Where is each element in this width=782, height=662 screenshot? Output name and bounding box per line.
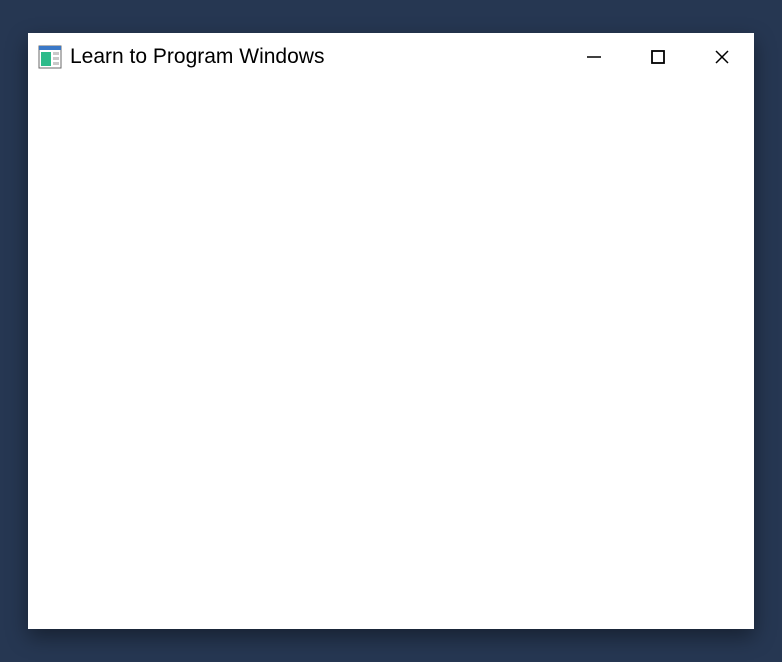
app-icon (38, 45, 62, 69)
maximize-icon (649, 48, 667, 66)
maximize-button[interactable] (626, 33, 690, 81)
window-controls (562, 33, 754, 81)
close-icon (713, 48, 731, 66)
title-bar[interactable]: Learn to Program Windows (28, 33, 754, 81)
application-window: Learn to Program Windows (28, 33, 754, 629)
minimize-icon (585, 48, 603, 66)
window-title: Learn to Program Windows (70, 45, 562, 69)
minimize-button[interactable] (562, 33, 626, 81)
close-button[interactable] (690, 33, 754, 81)
client-area (28, 81, 754, 629)
